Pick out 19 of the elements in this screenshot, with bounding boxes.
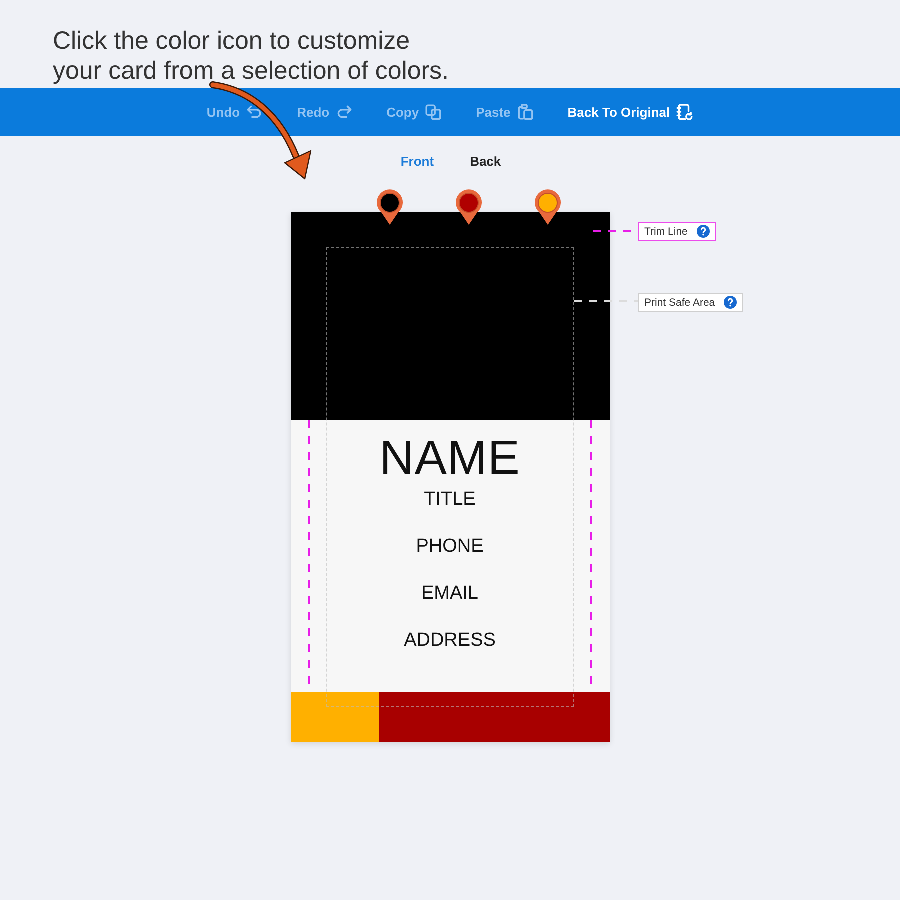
paste-icon <box>516 104 534 120</box>
redo-icon <box>336 104 353 120</box>
card-field-text[interactable]: TITLE <box>424 489 476 511</box>
card-field-text[interactable]: ADDRESS <box>404 630 496 652</box>
undo-icon <box>246 104 264 120</box>
help-icon[interactable] <box>724 296 738 309</box>
card-name-text[interactable]: NAME <box>380 435 520 483</box>
copy-icon <box>425 104 442 120</box>
instruction-caption: Click the color icon to customize your card from a selection of colors. <box>53 26 449 86</box>
document-refresh-icon <box>676 104 694 120</box>
guide-label: Trim Line <box>644 226 688 238</box>
leader-line <box>574 300 638 302</box>
card-field-text[interactable]: EMAIL <box>421 583 479 605</box>
card-field-text[interactable]: PHONE <box>416 536 484 558</box>
help-icon[interactable] <box>696 225 710 238</box>
guide-label: Print Safe Area <box>644 296 716 308</box>
side-tab[interactable]: Front <box>400 152 434 170</box>
side-tab[interactable]: Back <box>470 152 502 170</box>
back-to-original-button[interactable]: Back To Original <box>568 102 694 122</box>
